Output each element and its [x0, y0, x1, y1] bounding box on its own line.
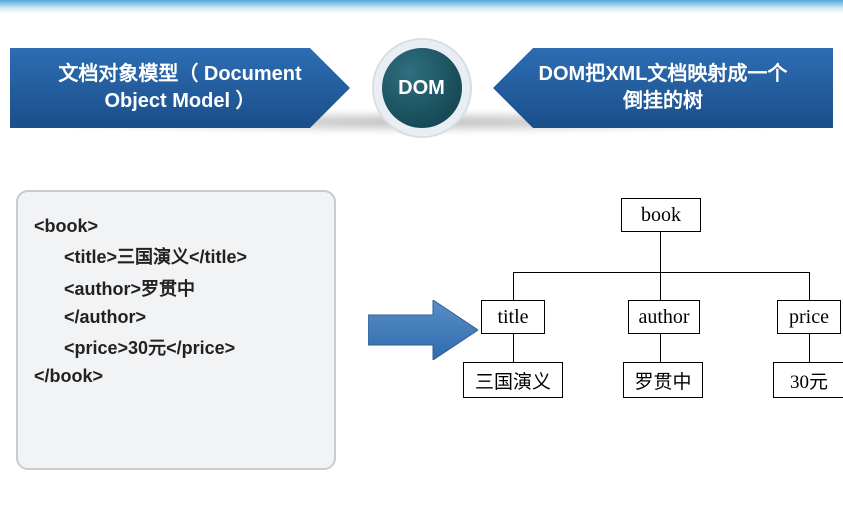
code-l2: <title>三国演义</title>: [64, 247, 247, 267]
tree-edge: [660, 334, 661, 362]
left-line2: Object Model ）: [58, 88, 301, 115]
left-line1: 文档对象模型（ Document: [58, 61, 301, 88]
dom-label: DOM: [398, 77, 445, 100]
code-l4: </author>: [64, 307, 146, 327]
lower-section: <book> <title>三国演义</title> <author>罗贯中 <…: [8, 190, 835, 517]
tree-node-book: book: [621, 198, 701, 232]
tree-node-price: price: [777, 300, 841, 334]
code-l5: <price>30元</price>: [64, 338, 235, 358]
tree-node-title: title: [481, 300, 545, 334]
slide: 文档对象模型（ Document Object Model ） DOM把XML文…: [0, 0, 843, 527]
top-gradient-bar: [0, 0, 843, 14]
tree-leaf-price: 30元: [773, 362, 843, 398]
code-l3: <author>罗贯中: [64, 279, 195, 299]
tree-edge: [809, 272, 810, 300]
code-l6: </book>: [34, 366, 103, 386]
tree-leaf-title: 三国演义: [463, 362, 563, 398]
tree-edge: [513, 272, 514, 300]
tree-edge: [809, 334, 810, 362]
right-arrow-text: DOM把XML文档映射成一个 倒挂的树: [513, 61, 814, 115]
left-arrow-text: 文档对象模型（ Document Object Model ）: [32, 61, 327, 115]
tree-leaf-author: 罗贯中: [623, 362, 703, 398]
tree-hbar: [513, 272, 809, 273]
left-arrow-box: 文档对象模型（ Document Object Model ）: [10, 48, 350, 128]
big-right-arrow: [368, 300, 478, 360]
right-line2: 倒挂的树: [539, 88, 788, 115]
tree-edge: [660, 232, 661, 272]
tree-edge: [513, 334, 514, 362]
code-l1: <book>: [34, 216, 98, 236]
right-line1: DOM把XML文档映射成一个: [539, 61, 788, 88]
tree-node-author: author: [628, 300, 700, 334]
tree-edge: [660, 272, 661, 300]
xml-code-panel: <book> <title>三国演义</title> <author>罗贯中 <…: [16, 190, 336, 470]
right-arrow-box: DOM把XML文档映射成一个 倒挂的树: [493, 48, 833, 128]
dom-tree: book title author price 三国演义 罗贯中 30元: [493, 190, 829, 480]
dom-circle: DOM: [374, 40, 470, 136]
